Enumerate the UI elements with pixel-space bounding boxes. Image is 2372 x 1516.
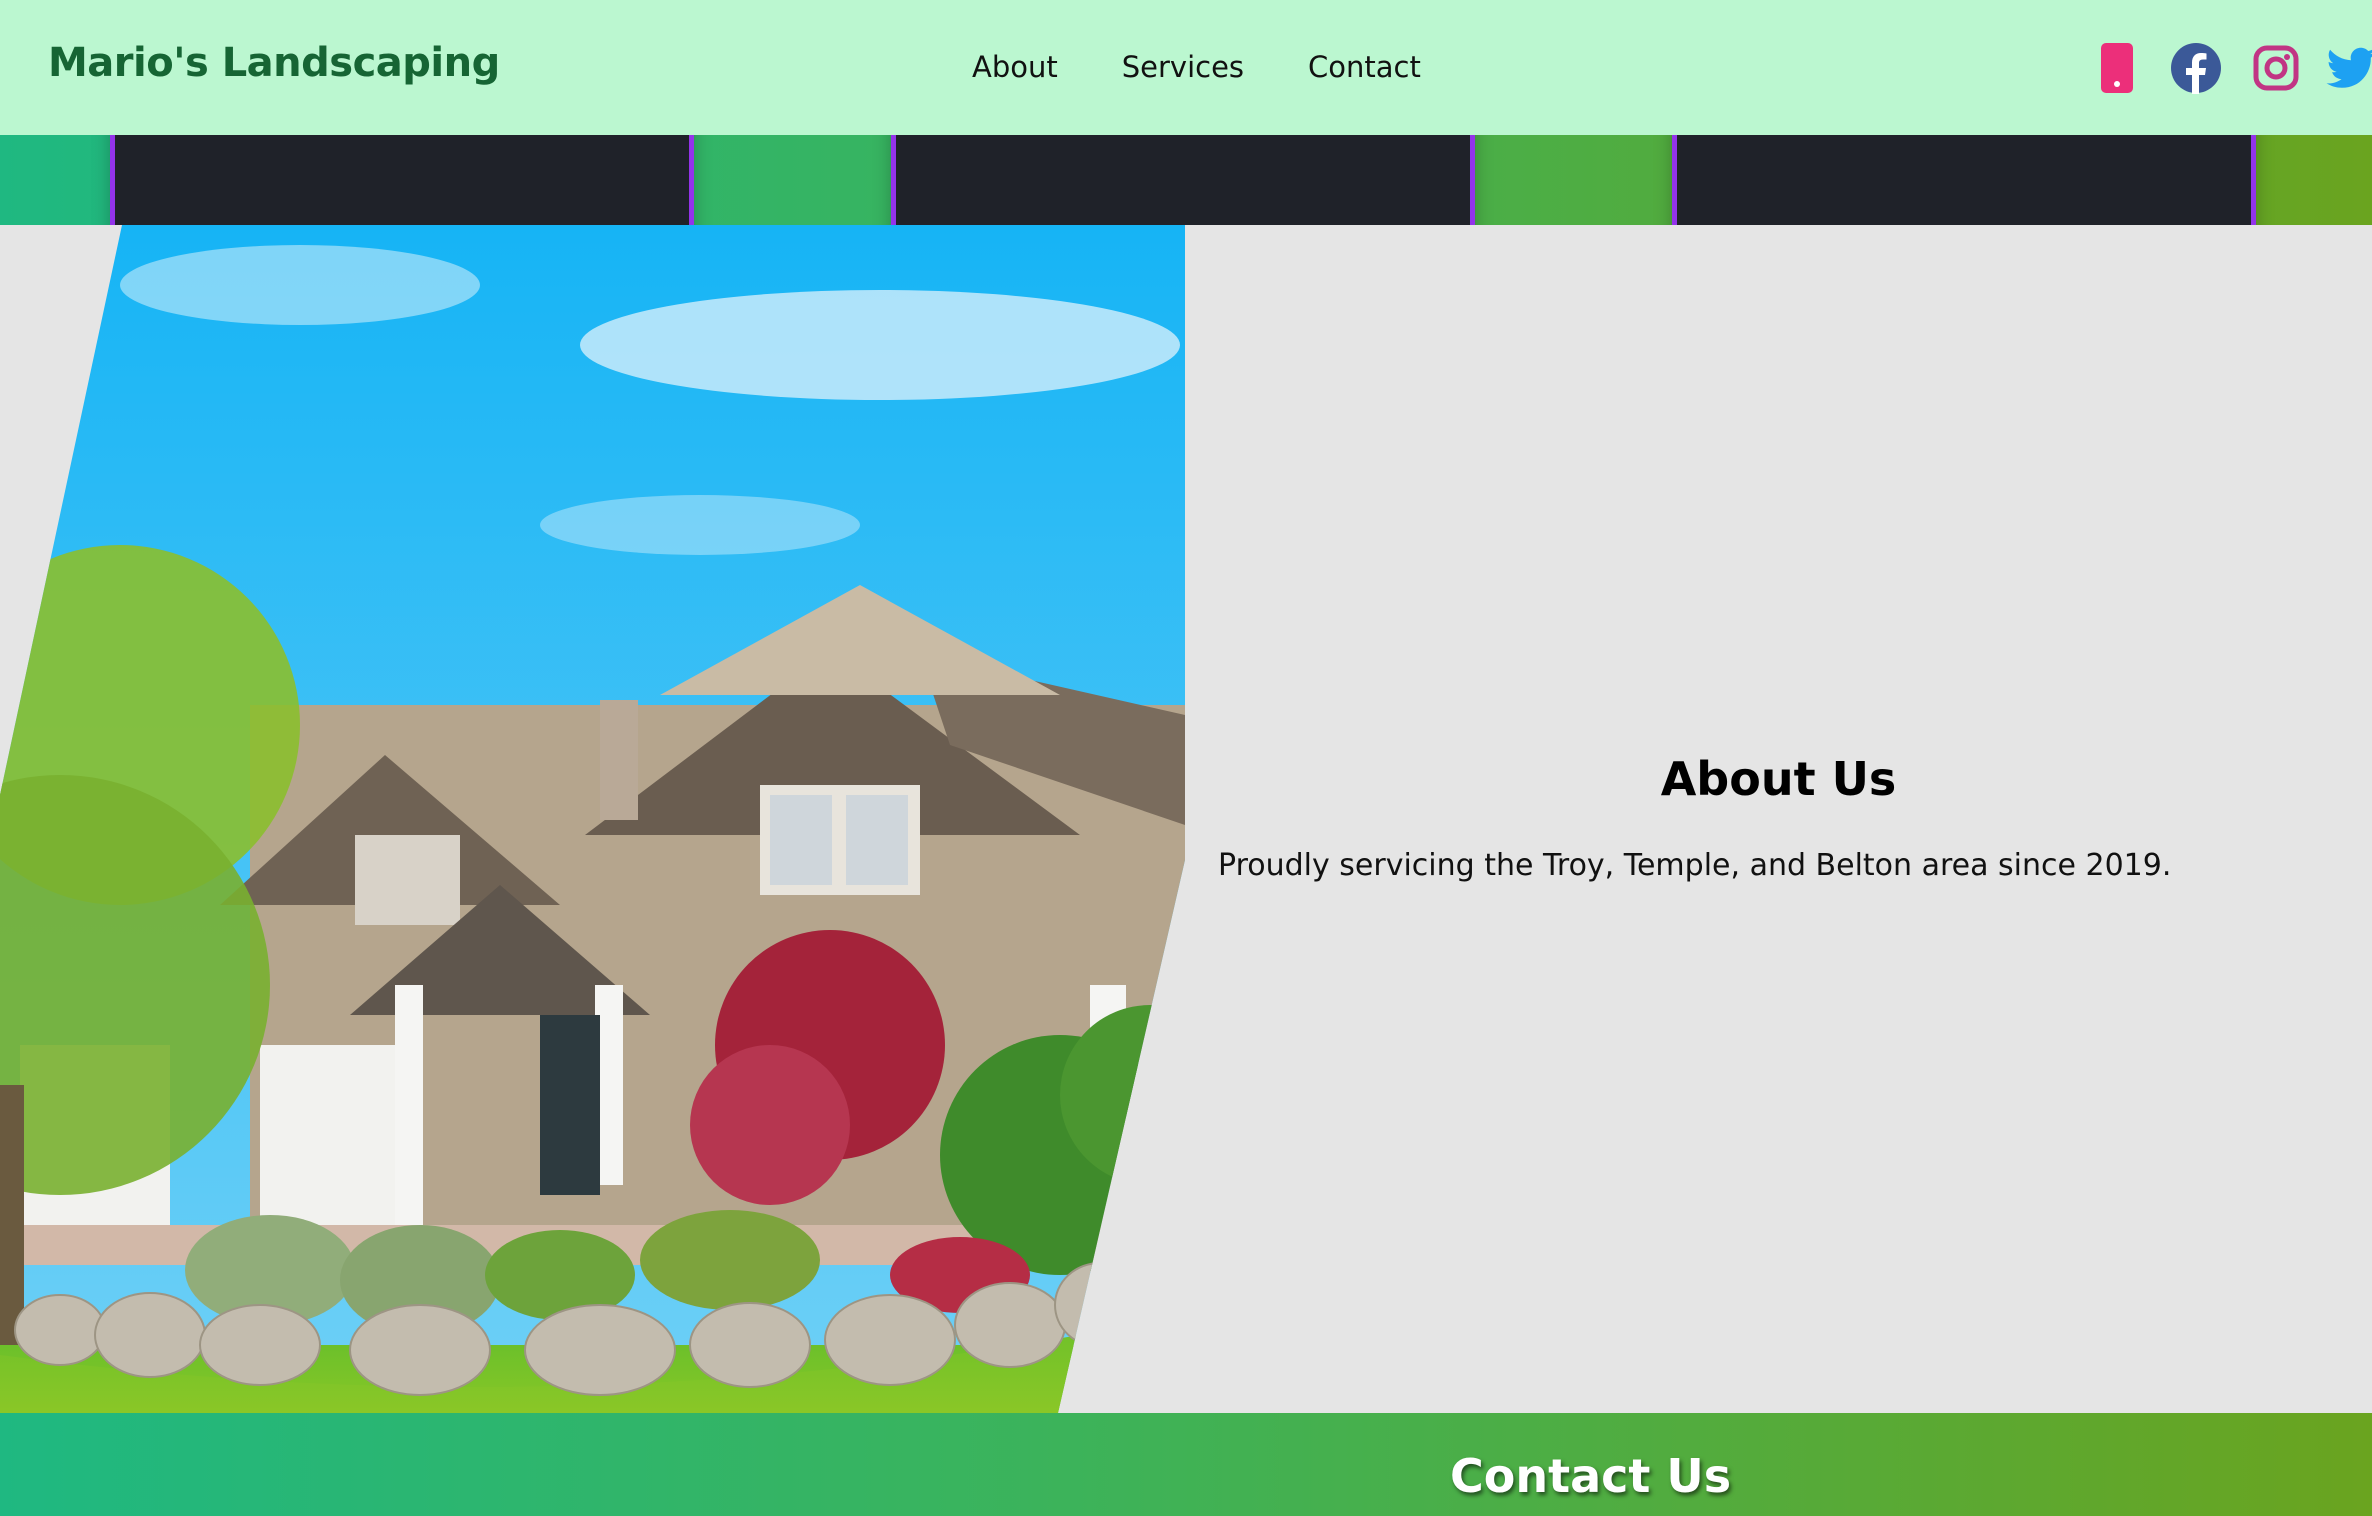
house-landscape-photo [0, 225, 1185, 1413]
contact-heading: Contact Us [1450, 1449, 1732, 1503]
instagram-icon[interactable] [2250, 42, 2302, 94]
brand-logo-text[interactable]: Mario's Landscaping [48, 40, 500, 86]
service-card[interactable] [891, 135, 1475, 225]
main-nav: About Services Contact [972, 50, 1421, 84]
nav-link-services[interactable]: Services [1122, 50, 1244, 84]
contact-section: Contact Us [0, 1413, 2372, 1516]
about-description: Proudly servicing the Troy, Temple, and … [1218, 848, 2172, 883]
service-card[interactable] [110, 135, 694, 225]
twitter-icon[interactable] [2326, 42, 2372, 94]
services-strip [0, 135, 2372, 225]
top-navbar: Mario's Landscaping About Services Conta… [0, 0, 2372, 135]
about-section: About Us Proudly servicing the Troy, Tem… [0, 225, 2372, 1413]
about-heading: About Us [1660, 752, 1897, 806]
facebook-icon[interactable] [2170, 42, 2222, 94]
service-card[interactable] [1672, 135, 2256, 225]
phone-icon[interactable] [2090, 42, 2142, 94]
nav-link-contact[interactable]: Contact [1308, 50, 1421, 84]
nav-link-about[interactable]: About [972, 50, 1058, 84]
